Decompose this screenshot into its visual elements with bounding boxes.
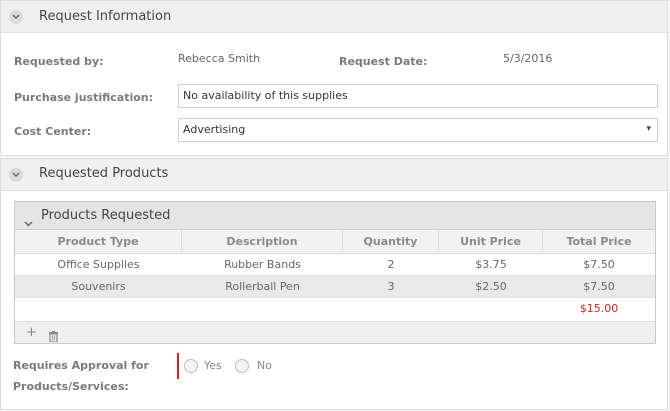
cell-unit-price: $2.50 bbox=[475, 280, 507, 293]
totals-row: $15.00 bbox=[15, 298, 655, 320]
section-title: Request Information bbox=[39, 9, 172, 24]
approval-yes-label[interactable]: Yes bbox=[204, 359, 222, 372]
table-row[interactable]: Souvenirs Rollerball Pen 3 $2.50 $7.50 bbox=[15, 276, 655, 298]
products-grid-header[interactable]: Products Requested bbox=[15, 202, 655, 230]
cost-center-label: Cost Center: bbox=[14, 125, 92, 138]
cell-total-price: $7.50 bbox=[583, 280, 615, 293]
grand-total: $15.00 bbox=[579, 302, 619, 315]
column-header-unit-price[interactable]: Unit Price bbox=[439, 230, 543, 254]
requested-products-header[interactable]: Requested Products bbox=[1, 159, 667, 191]
cell-unit-price: $3.75 bbox=[475, 258, 507, 271]
cell-quantity: 2 bbox=[387, 258, 395, 271]
cell-description: Rollerball Pen bbox=[225, 280, 300, 293]
cell-product-type: Office Supplies bbox=[57, 258, 140, 271]
justification-label: Purchase justification: bbox=[14, 91, 154, 104]
requested-by-value: Rebecca Smith bbox=[178, 52, 261, 65]
requested-by-label: Requested by: bbox=[14, 55, 104, 68]
grid-toolbar: + bbox=[15, 321, 655, 343]
justification-input[interactable]: No availability of this supplies bbox=[178, 84, 658, 108]
column-header-quantity[interactable]: Quantity bbox=[343, 230, 439, 254]
cost-center-select[interactable]: Advertising ▾ bbox=[178, 118, 658, 142]
cell-product-type: Souvenirs bbox=[71, 280, 126, 293]
cell-total-price: $7.50 bbox=[583, 258, 615, 271]
approval-label-line2: Products/Services: bbox=[13, 380, 129, 393]
required-indicator bbox=[177, 353, 179, 379]
cell-description: Rubber Bands bbox=[224, 258, 301, 271]
chevron-down-icon[interactable] bbox=[9, 10, 23, 24]
dropdown-caret-icon: ▾ bbox=[646, 124, 651, 134]
products-grid: Products Requested Product Type Descript… bbox=[14, 201, 656, 344]
approval-no-radio[interactable] bbox=[235, 359, 249, 373]
column-header-product-type[interactable]: Product Type bbox=[15, 230, 182, 254]
chevron-down-icon[interactable] bbox=[9, 168, 23, 182]
approval-no-label[interactable]: No bbox=[257, 359, 272, 372]
cost-center-selected-value: Advertising bbox=[183, 123, 246, 136]
approval-yes-radio[interactable] bbox=[184, 359, 198, 373]
grid-title: Products Requested bbox=[41, 208, 171, 223]
request-date-label: Request Date: bbox=[339, 55, 428, 68]
chevron-down-icon[interactable] bbox=[24, 212, 33, 231]
approval-label-line1: Requires Approval for bbox=[13, 359, 149, 372]
request-date-value: 5/3/2016 bbox=[503, 52, 553, 65]
section-title: Requested Products bbox=[39, 166, 169, 181]
column-header-description[interactable]: Description bbox=[182, 230, 343, 254]
delete-row-icon[interactable] bbox=[49, 327, 58, 346]
cell-quantity: 3 bbox=[387, 280, 395, 293]
column-headers: Product Type Description Quantity Unit P… bbox=[15, 230, 655, 254]
request-information-header[interactable]: Request Information bbox=[1, 1, 667, 33]
table-row[interactable]: Office Supplies Rubber Bands 2 $3.75 $7.… bbox=[15, 254, 655, 276]
add-row-icon[interactable]: + bbox=[26, 325, 37, 340]
request-information-section: Request Information Requested by: Rebecc… bbox=[0, 0, 668, 156]
column-header-total-price[interactable]: Total Price bbox=[543, 230, 655, 254]
